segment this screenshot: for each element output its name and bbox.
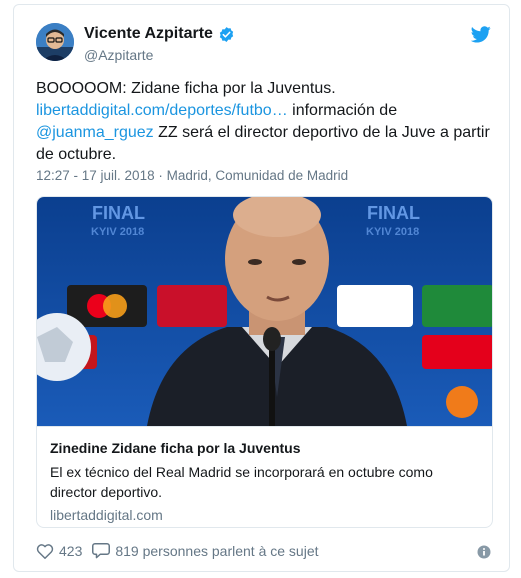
twitter-bird-icon[interactable] bbox=[470, 26, 491, 43]
author-handle[interactable]: @Azpitarte bbox=[84, 47, 153, 63]
tweet-line1: BOOOOOM: Zidane ficha por la Juventus. bbox=[36, 80, 336, 97]
reply-conversation-link[interactable]: 819 personnes parlent à ce sujet bbox=[92, 542, 319, 559]
card-image[interactable]: FINAL KYIV 2018 FINAL KYIV 2018 bbox=[37, 197, 492, 426]
svg-text:FINAL: FINAL bbox=[92, 203, 145, 223]
svg-text:KYIV 2018: KYIV 2018 bbox=[366, 226, 419, 238]
tweet-text-mid: información de bbox=[287, 102, 398, 119]
tweet-card[interactable]: Vicente Azpitarte @Azpitarte BOOOOOM: Zi… bbox=[13, 4, 510, 572]
avatar[interactable] bbox=[36, 23, 74, 61]
info-icon[interactable] bbox=[477, 545, 491, 559]
author-name[interactable]: Vicente Azpitarte bbox=[84, 25, 213, 43]
card-description: El ex técnico del Real Madrid se incorpo… bbox=[50, 464, 433, 500]
heart-icon bbox=[36, 543, 54, 559]
card-domain: libertaddigital.com bbox=[50, 507, 163, 523]
tweet-mention[interactable]: @juanma_rguez bbox=[36, 124, 154, 141]
conversation-count: 819 personnes parlent à ce sujet bbox=[115, 542, 319, 559]
verified-badge-icon bbox=[218, 26, 235, 43]
link-preview-card[interactable]: FINAL KYIV 2018 FINAL KYIV 2018 Zinedine… bbox=[36, 196, 493, 528]
speech-bubble-icon bbox=[92, 543, 111, 559]
tweet-timestamp[interactable]: 12:27 - 17 juil. 2018 · Madrid, Comunida… bbox=[36, 168, 348, 183]
tweet-link[interactable]: libertaddigital.com/deportes/futbo… bbox=[36, 102, 288, 119]
tweet-text: BOOOOOM: Zidane ficha por la Juventus. l… bbox=[36, 78, 496, 166]
like-button[interactable]: 423 bbox=[36, 543, 82, 559]
like-count: 423 bbox=[59, 542, 83, 559]
svg-text:KYIV 2018: KYIV 2018 bbox=[91, 226, 144, 238]
card-title[interactable]: Zinedine Zidane ficha por la Juventus bbox=[50, 439, 481, 457]
svg-text:FINAL: FINAL bbox=[367, 203, 420, 223]
